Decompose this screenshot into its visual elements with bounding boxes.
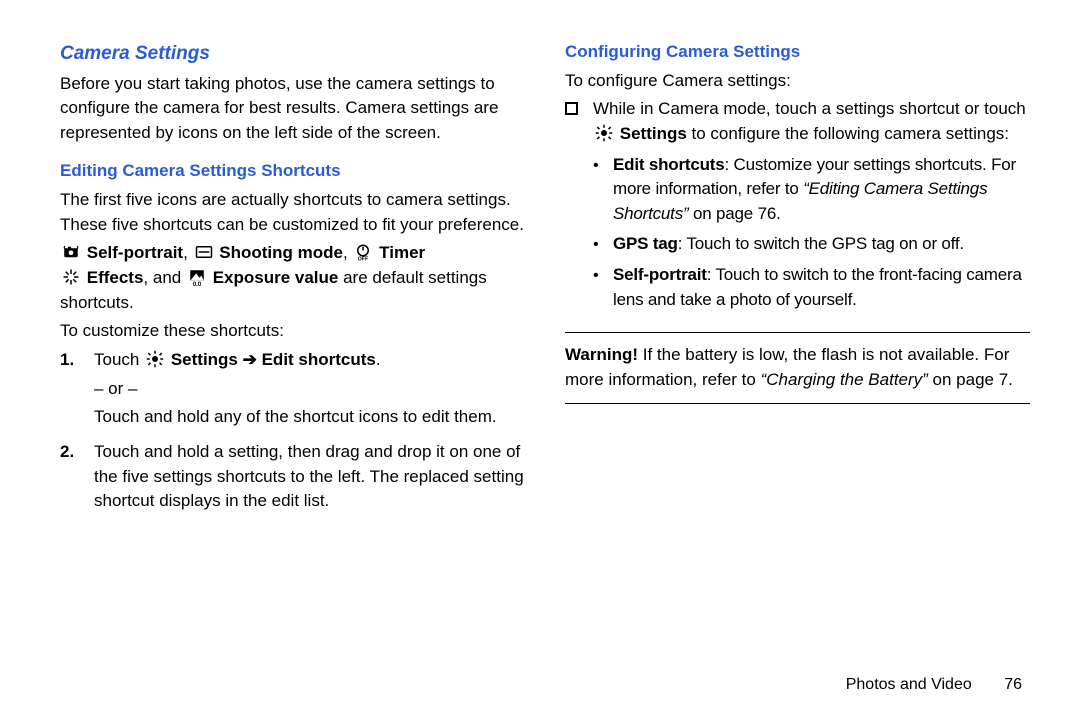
default-shortcuts-line: Self-portrait, Shooting mode, OFF Timer … [60,241,525,315]
item-text: : Touch to switch the GPS tag on or off. [678,234,964,253]
square-bullet-icon [565,97,593,318]
effects-icon [62,268,80,286]
timer-icon: OFF [354,243,372,261]
step-text: Touch [94,350,144,369]
item-label: GPS tag [613,234,678,253]
cross-reference: “Charging the Battery” [761,370,928,389]
body-paragraph: To customize these shortcuts: [60,319,525,344]
step-number: 2. [60,440,94,514]
and-text: , and [143,268,186,287]
footer-section: Photos and Video [846,676,972,693]
list-body: Edit shortcuts: Customize your settings … [613,153,1030,227]
shooting-mode-label: Shooting mode [219,243,343,262]
list-item: While in Camera mode, touch a settings s… [565,97,1030,318]
list-item: Self-portrait: Touch to switch to the fr… [593,263,1030,312]
subsection-heading: Configuring Camera Settings [565,40,1030,65]
page-footer: Photos and Video 76 [846,676,1022,694]
arrow-text: ➔ [238,350,262,369]
round-bullet-icon [593,232,613,257]
self-portrait-icon [62,243,80,261]
list-body: GPS tag: Touch to switch the GPS tag on … [613,232,964,257]
body-paragraph: To configure Camera settings: [565,69,1030,94]
two-column-layout: Camera Settings Before you start taking … [60,40,1030,524]
exposure-value-icon: 0.0 [188,268,206,286]
manual-page: Camera Settings Before you start taking … [0,0,1080,720]
steps-list: 1. Touch Settings ➔ Edit shortcuts. – or… [60,348,525,514]
warning-label: Warning! [565,345,638,364]
step-body: Touch and hold a setting, then drag and … [94,440,525,514]
item-label: Self-portrait [613,265,707,284]
body-paragraph: The first five icons are actually shortc… [60,188,525,237]
square-bullet-list: While in Camera mode, touch a settings s… [565,97,1030,318]
step-alt-text: Touch and hold any of the shortcut icons… [94,405,525,430]
warning-paragraph: Warning! If the battery is low, the flas… [565,343,1030,392]
self-portrait-label: Self-portrait [87,243,183,262]
settings-label: Settings [171,350,238,369]
step-item: 2. Touch and hold a setting, then drag a… [60,440,525,514]
settings-gear-icon [595,124,613,142]
or-separator: – or – [94,377,525,402]
timer-label: Timer [379,243,425,262]
sep-text: , [183,243,192,262]
intro-paragraph: Before you start taking photos, use the … [60,72,525,146]
bullet-text: While in Camera mode, touch a settings s… [593,99,1026,118]
list-item: GPS tag: Touch to switch the GPS tag on … [593,232,1030,257]
step-body: Touch Settings ➔ Edit shortcuts. – or – … [94,348,525,430]
svg-text:0.0: 0.0 [193,282,202,286]
right-column: Configuring Camera Settings To configure… [565,40,1030,524]
effects-label: Effects [87,268,144,287]
item-text: on page 76. [688,204,780,223]
exposure-value-label: Exposure value [213,268,339,287]
bullet-text: to configure the following camera settin… [687,124,1009,143]
subsection-heading: Editing Camera Settings Shortcuts [60,159,525,184]
round-bullet-list: Edit shortcuts: Customize your settings … [593,153,1030,313]
settings-label: Settings [620,124,687,143]
sep-text: , [343,243,352,262]
step-item: 1. Touch Settings ➔ Edit shortcuts. – or… [60,348,525,430]
horizontal-rule [565,332,1030,333]
round-bullet-icon [593,263,613,312]
settings-gear-icon [146,350,164,368]
list-body: Self-portrait: Touch to switch to the fr… [613,263,1030,312]
horizontal-rule [565,403,1030,404]
footer-page-number: 76 [1004,676,1022,694]
warning-text: on page 7. [928,370,1013,389]
item-label: Edit shortcuts [613,155,725,174]
round-bullet-icon [593,153,613,227]
section-heading: Camera Settings [60,40,525,68]
list-body: While in Camera mode, touch a settings s… [593,97,1030,318]
shooting-mode-icon [195,243,213,261]
period: . [376,350,381,369]
step-number: 1. [60,348,94,430]
svg-text:OFF: OFF [358,257,369,262]
edit-shortcuts-label: Edit shortcuts [262,350,376,369]
list-item: Edit shortcuts: Customize your settings … [593,153,1030,227]
left-column: Camera Settings Before you start taking … [60,40,525,524]
